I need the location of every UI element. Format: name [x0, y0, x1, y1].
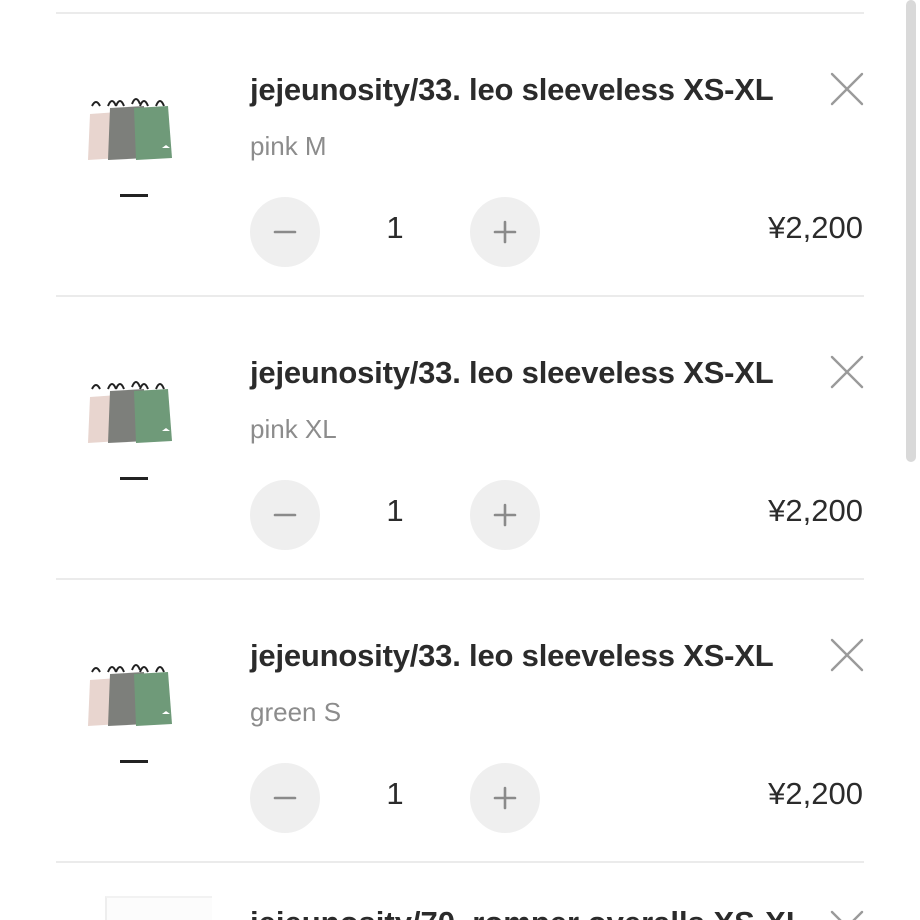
- product-variant: pink M: [250, 131, 327, 161]
- cart-item: jejeunosity/33. leo sleeveless XS-XL pin…: [0, 297, 905, 579]
- increase-quantity-button[interactable]: [470, 197, 540, 267]
- product-title[interactable]: jejeunosity/33. leo sleeveless XS-XL: [250, 355, 774, 391]
- close-icon: [830, 355, 864, 389]
- product-thumbnail[interactable]: [58, 367, 210, 499]
- plus-icon: [493, 220, 517, 244]
- scrollbar[interactable]: [906, 0, 916, 462]
- item-price: ¥2,200: [768, 493, 863, 528]
- tank-tops-image: [88, 381, 172, 480]
- remove-item-button[interactable]: [828, 353, 866, 391]
- item-price: ¥2,200: [768, 776, 863, 811]
- quantity-value: 1: [386, 493, 404, 528]
- product-variant: pink XL: [250, 414, 337, 444]
- increase-quantity-button[interactable]: [470, 480, 540, 550]
- decrease-quantity-button[interactable]: [250, 480, 320, 550]
- cart-screen: jejeunosity/33. leo sleeveless XS-XL pin…: [0, 0, 920, 920]
- close-icon: [830, 72, 864, 106]
- product-thumbnail[interactable]: [105, 896, 212, 920]
- product-title[interactable]: jejeunosity/33. leo sleeveless XS-XL: [250, 638, 774, 674]
- item-price: ¥2,200: [768, 210, 863, 245]
- increase-quantity-button[interactable]: [470, 763, 540, 833]
- cart-item: jejeunosity/33. leo sleeveless XS-XL gre…: [0, 580, 905, 862]
- plus-icon: [493, 786, 517, 810]
- tank-tops-image: [88, 98, 172, 197]
- product-thumbnail[interactable]: [58, 650, 210, 782]
- cart-item: jejeunosity/33. leo sleeveless XS-XL pin…: [0, 14, 905, 296]
- tank-tops-image: [88, 664, 172, 763]
- cart-item-partial: jejeunosity/70. romper overalls XS-XL: [0, 862, 905, 920]
- remove-item-button[interactable]: [828, 636, 866, 674]
- decrease-quantity-button[interactable]: [250, 763, 320, 833]
- quantity-value: 1: [386, 776, 404, 811]
- plus-icon: [493, 503, 517, 527]
- minus-icon: [273, 230, 297, 234]
- product-variant: green S: [250, 697, 342, 727]
- decrease-quantity-button[interactable]: [250, 197, 320, 267]
- product-thumbnail[interactable]: [58, 84, 210, 216]
- close-icon: [830, 638, 864, 672]
- quantity-value: 1: [386, 210, 404, 245]
- remove-item-button[interactable]: [828, 70, 866, 108]
- minus-icon: [273, 796, 297, 800]
- remove-item-button[interactable]: [828, 908, 866, 920]
- product-title[interactable]: jejeunosity/33. leo sleeveless XS-XL: [250, 72, 774, 108]
- product-title[interactable]: jejeunosity/70. romper overalls XS-XL: [250, 905, 805, 920]
- minus-icon: [273, 513, 297, 517]
- close-icon: [830, 910, 864, 920]
